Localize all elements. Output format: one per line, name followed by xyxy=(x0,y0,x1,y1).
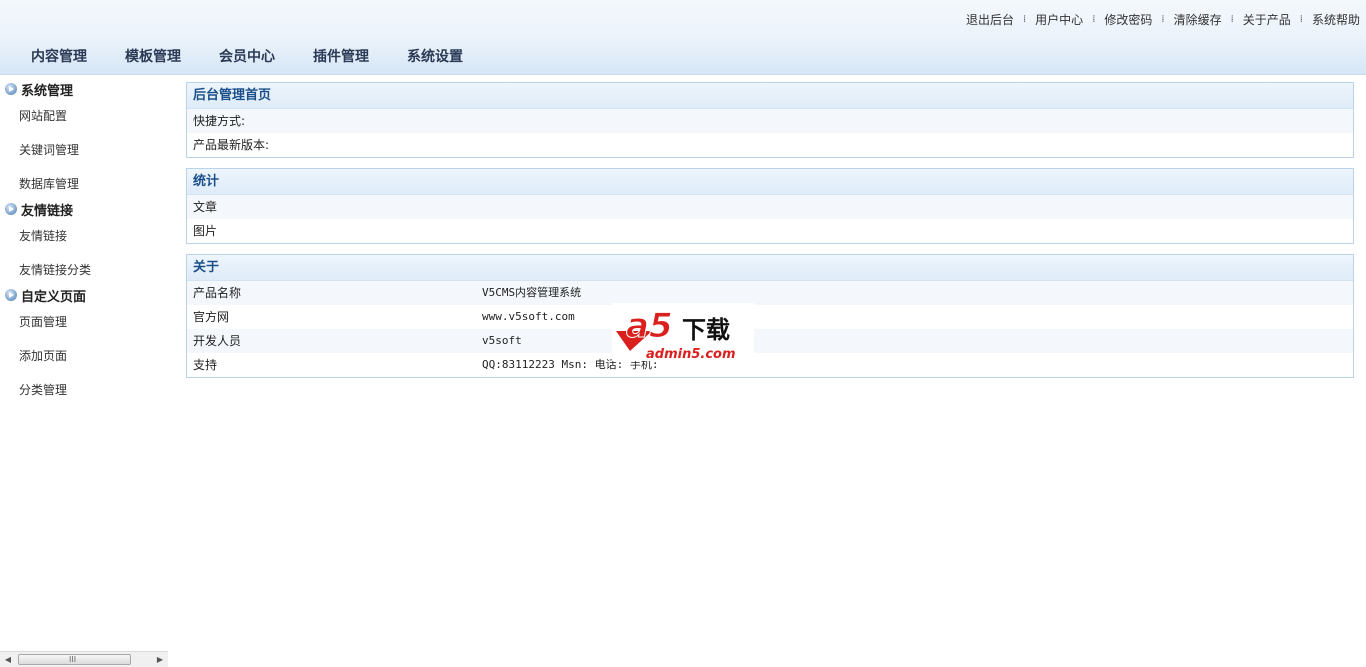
sidebar-group-title: 自定义页面 xyxy=(21,289,87,305)
sidebar-group-title: 友情链接 xyxy=(21,203,74,219)
a5-watermark-logo: a5 下载 admin5.com xyxy=(612,303,754,361)
main-nav: 内容管理 模板管理 会员中心 插件管理 系统设置 xyxy=(12,44,482,70)
svg-text:a5: a5 xyxy=(626,306,673,346)
sidebar-horizontal-scrollbar[interactable]: ◀ III ▶ xyxy=(0,651,168,667)
table-row: 官方网 www.v5soft.com xyxy=(187,305,1353,329)
table-row: 开发人员 v5soft xyxy=(187,329,1353,353)
logout-link[interactable]: 退出后台 xyxy=(966,11,1014,28)
svg-text:下载: 下载 xyxy=(682,316,730,344)
row-label: 开发人员 xyxy=(193,334,242,348)
scrollbar-thumb[interactable]: III xyxy=(18,654,131,665)
panel-title: 后台管理首页 xyxy=(187,83,1353,109)
expand-arrow-icon xyxy=(5,83,17,95)
svg-text:admin5.com: admin5.com xyxy=(646,347,736,361)
row-label: 产品最新版本: xyxy=(193,138,270,152)
sidebar-item-friend-links[interactable]: 友情链接 xyxy=(0,222,168,256)
clear-cache-link[interactable]: 清除缓存 xyxy=(1174,11,1222,28)
about-product-link[interactable]: 关于产品 xyxy=(1243,11,1291,28)
change-password-link[interactable]: 修改密码 xyxy=(1104,11,1152,28)
sidebar-item-keywords[interactable]: 关键词管理 xyxy=(0,136,168,170)
sidebar-item-category-management[interactable]: 分类管理 xyxy=(0,376,168,410)
sidebar-group-system[interactable]: 系统管理 xyxy=(0,76,168,102)
panel-admin-home: 后台管理首页 快捷方式: 产品最新版本: xyxy=(186,82,1354,158)
panel-title: 关于 xyxy=(187,255,1353,281)
main-content: 后台管理首页 快捷方式: 产品最新版本: 统计 文章 图片 关于 产品名称 V5… xyxy=(186,82,1354,388)
sidebar-group-title: 系统管理 xyxy=(21,83,74,99)
scroll-right-icon[interactable]: ▶ xyxy=(152,652,168,667)
expand-arrow-icon xyxy=(5,203,17,215)
row-label: 官方网 xyxy=(193,310,230,324)
sidebar: 系统管理 网站配置 关键词管理 数据库管理 友情链接 友情链接 友情链接分类 自… xyxy=(0,76,168,651)
sidebar-item-page-management[interactable]: 页面管理 xyxy=(0,308,168,342)
sidebar-group-custom-pages[interactable]: 自定义页面 xyxy=(0,282,168,308)
separator-icon: ⁞ xyxy=(1230,13,1234,25)
row-value: V5CMS内容管理系统 xyxy=(482,286,582,299)
table-row: 支持 QQ:83112223 Msn: 电话: 手机: xyxy=(187,353,1353,377)
sidebar-group-friend-links[interactable]: 友情链接 xyxy=(0,196,168,222)
row-label: 图片 xyxy=(193,224,218,238)
nav-plugin-management[interactable]: 插件管理 xyxy=(294,44,388,70)
table-row: 图片 xyxy=(187,219,1353,243)
table-row: 文章 xyxy=(187,195,1353,219)
nav-system-settings[interactable]: 系统设置 xyxy=(388,44,482,70)
row-label: 文章 xyxy=(193,200,218,214)
sidebar-item-add-page[interactable]: 添加页面 xyxy=(0,342,168,376)
system-help-link[interactable]: 系统帮助 xyxy=(1312,11,1360,28)
separator-icon: ⁞ xyxy=(1022,13,1027,25)
user-center-link[interactable]: 用户中心 xyxy=(1035,11,1083,28)
table-row: 产品名称 V5CMS内容管理系统 xyxy=(187,281,1353,305)
separator-icon: ⁞ xyxy=(1161,13,1165,25)
scroll-left-icon[interactable]: ◀ xyxy=(0,652,16,667)
nav-member-center[interactable]: 会员中心 xyxy=(200,44,294,70)
grip-icon: III xyxy=(69,655,77,664)
separator-icon: ⁞ xyxy=(1299,13,1303,25)
table-row: 产品最新版本: xyxy=(187,133,1353,157)
sidebar-item-site-config[interactable]: 网站配置 xyxy=(0,102,168,136)
panel-statistics: 统计 文章 图片 xyxy=(186,168,1354,244)
a5-logo-icon: a5 下载 admin5.com xyxy=(616,306,736,361)
expand-arrow-icon xyxy=(5,289,17,301)
row-value: www.v5soft.com xyxy=(482,310,575,323)
header-bar: 退出后台 ⁞ 用户中心 ⁞ 修改密码 ⁞ 清除缓存 ⁞ 关于产品 ⁞ 系统帮助 … xyxy=(0,0,1366,75)
row-label: 产品名称 xyxy=(193,286,242,300)
panel-title: 统计 xyxy=(187,169,1353,195)
nav-content-management[interactable]: 内容管理 xyxy=(12,44,106,70)
separator-icon: ⁞ xyxy=(1092,13,1096,25)
table-row: 快捷方式: xyxy=(187,109,1353,133)
row-label: 支持 xyxy=(193,358,218,372)
row-value: v5soft xyxy=(482,334,522,347)
panel-about: 关于 产品名称 V5CMS内容管理系统 官方网 www.v5soft.com 开… xyxy=(186,254,1354,378)
row-label: 快捷方式: xyxy=(193,114,246,128)
top-links: 退出后台 ⁞ 用户中心 ⁞ 修改密码 ⁞ 清除缓存 ⁞ 关于产品 ⁞ 系统帮助 xyxy=(966,10,1360,28)
nav-template-management[interactable]: 模板管理 xyxy=(106,44,200,70)
